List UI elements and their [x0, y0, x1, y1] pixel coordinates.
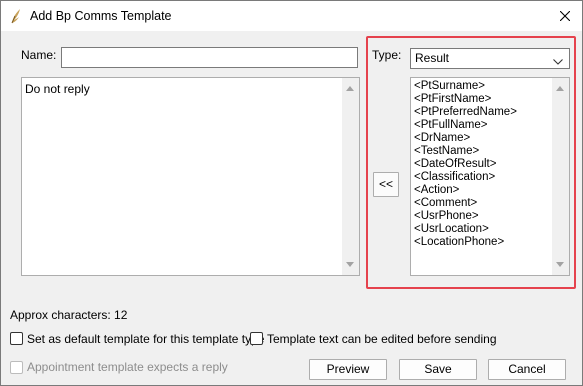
body-scrollbar[interactable] [342, 78, 359, 275]
save-label: Save [424, 362, 452, 376]
dialog-window: Add Bp Comms Template Name: Do not reply… [0, 0, 583, 386]
title-bar: Add Bp Comms Template [1, 1, 582, 31]
cancel-button[interactable]: Cancel [488, 359, 566, 380]
default-template-checkbox[interactable] [10, 332, 23, 345]
cancel-label: Cancel [508, 362, 546, 376]
app-logo-icon [9, 8, 23, 24]
preview-button[interactable]: Preview [309, 359, 387, 380]
appointment-reply-label: Appointment template expects a reply [27, 360, 228, 374]
default-template-label: Set as default template for this templat… [27, 332, 265, 346]
highlight-box [366, 36, 576, 289]
approx-characters: Approx characters: 12 [10, 308, 128, 322]
template-body-text: Do not reply [25, 82, 90, 96]
scroll-down-arrow-icon[interactable] [346, 262, 354, 267]
save-button[interactable]: Save [399, 359, 477, 380]
editable-before-sending-checkbox[interactable] [250, 332, 263, 345]
name-input[interactable] [61, 47, 358, 68]
preview-label: Preview [326, 362, 370, 376]
template-body-textarea[interactable]: Do not reply [21, 77, 360, 276]
editable-before-sending-label: Template text can be edited before sendi… [267, 332, 497, 346]
name-label: Name: [21, 48, 57, 62]
scroll-up-arrow-icon[interactable] [346, 86, 354, 91]
appointment-reply-checkbox [10, 361, 23, 374]
close-button[interactable] [548, 1, 582, 31]
close-icon [560, 11, 570, 21]
window-title: Add Bp Comms Template [30, 9, 172, 23]
